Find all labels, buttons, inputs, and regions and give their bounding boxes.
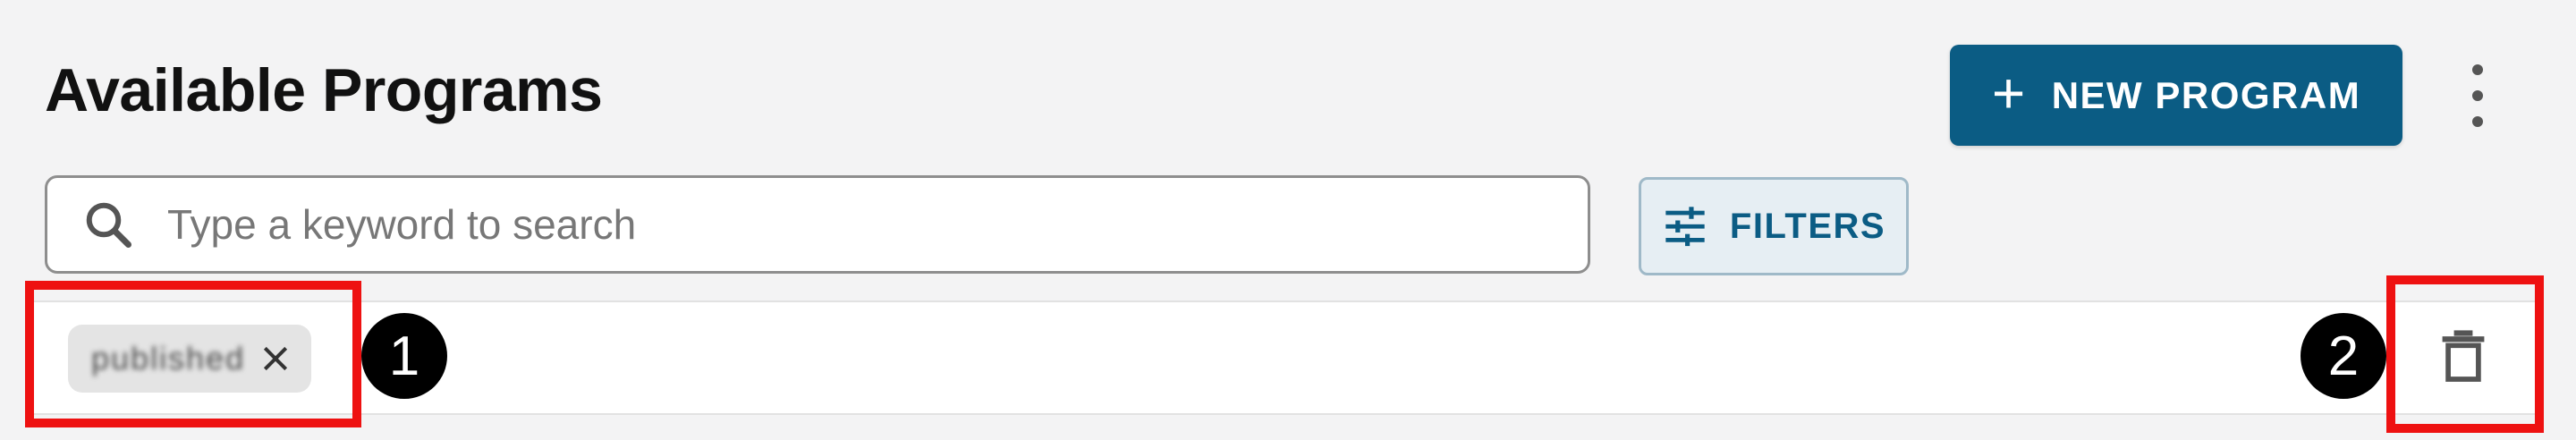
search-icon xyxy=(86,202,131,248)
filters-label: FILTERS xyxy=(1729,206,1886,246)
page-title: Available Programs xyxy=(45,56,603,124)
tune-icon xyxy=(1665,207,1705,247)
plus-icon: + xyxy=(1991,60,2027,125)
highlight-box-2 xyxy=(2386,275,2544,433)
more-vert-icon[interactable] xyxy=(2460,64,2496,127)
highlight-box-1 xyxy=(25,281,361,427)
search-input[interactable] xyxy=(165,199,1511,250)
new-program-label: NEW PROGRAM xyxy=(2051,73,2361,116)
filters-button[interactable]: FILTERS xyxy=(1639,177,1909,275)
annotation-marker-2: 2 xyxy=(2301,313,2386,399)
search-field[interactable] xyxy=(45,175,1590,274)
annotation-marker-1: 1 xyxy=(361,313,447,399)
new-program-button[interactable]: + NEW PROGRAM xyxy=(1950,45,2402,146)
